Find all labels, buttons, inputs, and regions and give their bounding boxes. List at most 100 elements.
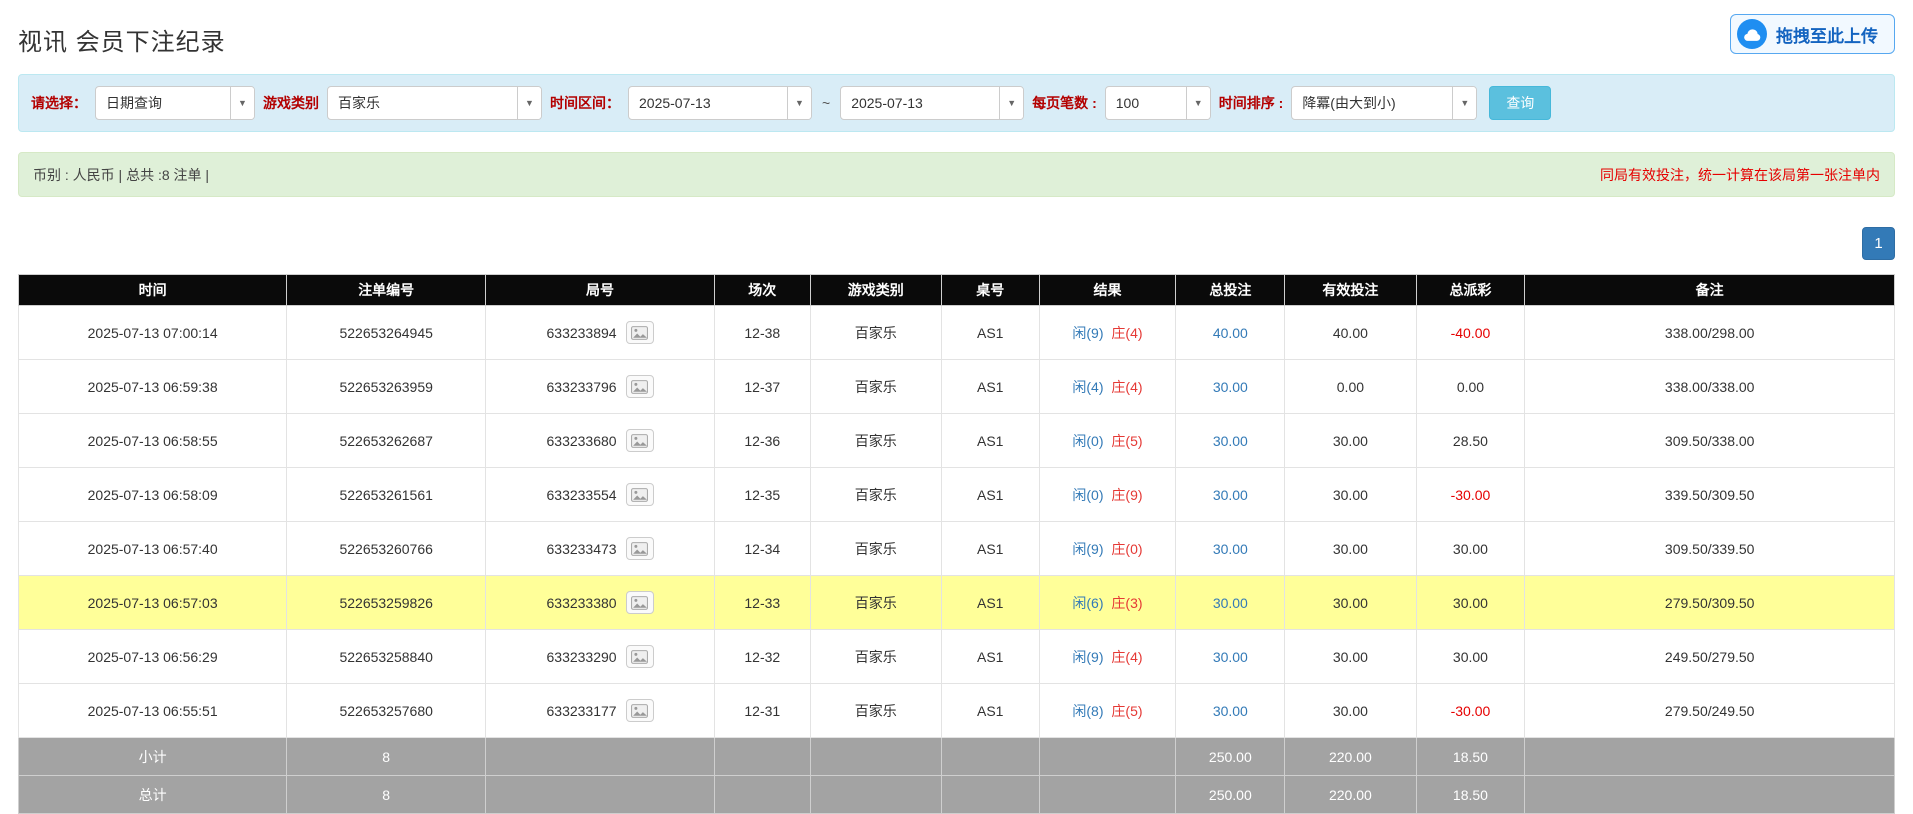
cell-result: 闲(9) 庄(4) — [1039, 630, 1176, 684]
round-snapshot-icon[interactable] — [626, 375, 654, 398]
total-empty — [1039, 776, 1176, 814]
cell-total-bet[interactable]: 30.00 — [1176, 360, 1285, 414]
cell-result: 闲(4) 庄(4) — [1039, 360, 1176, 414]
cell-total-bet[interactable]: 30.00 — [1176, 468, 1285, 522]
page: 视讯 会员下注纪录 拖拽至此上传 请选择： 日期查询 ▼ 游戏类别 百家乐 ▼ … — [0, 0, 1913, 814]
round-id-text: 633233473 — [547, 541, 617, 557]
page-size-select[interactable]: 100 ▼ — [1105, 86, 1211, 120]
pagination-page-1[interactable]: 1 — [1862, 227, 1895, 260]
cell-payout: -30.00 — [1416, 684, 1525, 738]
query-type-select[interactable]: 日期查询 ▼ — [95, 86, 255, 120]
cell-time: 2025-07-13 06:58:55 — [19, 414, 287, 468]
column-header: 总投注 — [1176, 275, 1285, 306]
search-button[interactable]: 查询 — [1489, 86, 1551, 120]
result-player: 闲(6) — [1072, 595, 1103, 611]
table-row: 2025-07-13 06:56:29 522653258840 6332332… — [19, 630, 1895, 684]
cell-valid-bet: 30.00 — [1285, 414, 1416, 468]
date-to-value: 2025-07-13 — [841, 87, 999, 119]
chevron-down-icon: ▼ — [1186, 87, 1210, 119]
result-banker: 庄(4) — [1111, 649, 1142, 665]
table-row: 2025-07-13 06:59:38 522653263959 6332337… — [19, 360, 1895, 414]
round-id-text: 633233796 — [547, 379, 617, 395]
result-banker: 庄(5) — [1111, 433, 1142, 449]
subtotal-count: 8 — [287, 738, 486, 776]
total-valid-bet: 220.00 — [1285, 776, 1416, 814]
result-banker: 庄(4) — [1111, 379, 1142, 395]
result-banker: 庄(5) — [1111, 703, 1142, 719]
table-row: 2025-07-13 06:55:51 522653257680 6332331… — [19, 684, 1895, 738]
round-snapshot-icon[interactable] — [626, 699, 654, 722]
total-empty — [486, 776, 715, 814]
page-size-value: 100 — [1106, 87, 1186, 119]
cell-payout: 30.00 — [1416, 522, 1525, 576]
cell-total-bet[interactable]: 30.00 — [1176, 414, 1285, 468]
cell-bet-id: 522653261561 — [287, 468, 486, 522]
round-id-text: 633233554 — [547, 487, 617, 503]
cell-result: 闲(0) 庄(9) — [1039, 468, 1176, 522]
chevron-down-icon: ▼ — [517, 87, 541, 119]
cell-valid-bet: 0.00 — [1285, 360, 1416, 414]
cell-total-bet[interactable]: 30.00 — [1176, 522, 1285, 576]
filter-bar: 请选择： 日期查询 ▼ 游戏类别 百家乐 ▼ 时间区间： 2025-07-13 … — [18, 74, 1895, 132]
game-type-select[interactable]: 百家乐 ▼ — [327, 86, 542, 120]
sort-select[interactable]: 降冪(由大到小) ▼ — [1291, 86, 1477, 120]
total-empty — [941, 776, 1039, 814]
cell-valid-bet: 30.00 — [1285, 468, 1416, 522]
result-banker: 庄(0) — [1111, 541, 1142, 557]
cell-total-bet[interactable]: 30.00 — [1176, 684, 1285, 738]
result-player: 闲(9) — [1072, 541, 1103, 557]
subtotal-payout: 18.50 — [1416, 738, 1525, 776]
cell-time: 2025-07-13 06:55:51 — [19, 684, 287, 738]
total-empty — [1525, 776, 1895, 814]
upload-dropzone[interactable]: 拖拽至此上传 — [1730, 14, 1895, 54]
total-total-bet: 250.00 — [1176, 776, 1285, 814]
subtotal-valid-bet: 220.00 — [1285, 738, 1416, 776]
total-empty — [810, 776, 941, 814]
cell-game-type: 百家乐 — [810, 576, 941, 630]
total-row: 总计 8 250.00 220.00 18.50 — [19, 776, 1895, 814]
round-snapshot-icon[interactable] — [626, 483, 654, 506]
subtotal-empty — [486, 738, 715, 776]
cell-time: 2025-07-13 06:56:29 — [19, 630, 287, 684]
cell-bet-id: 522653258840 — [287, 630, 486, 684]
date-to-select[interactable]: 2025-07-13 ▼ — [840, 86, 1024, 120]
table-row: 2025-07-13 06:57:03 522653259826 6332333… — [19, 576, 1895, 630]
column-header: 场次 — [714, 275, 810, 306]
game-type-label: 游戏类别 — [263, 93, 319, 113]
sort-label: 时间排序 : — [1219, 93, 1284, 113]
cell-game-type: 百家乐 — [810, 468, 941, 522]
cell-table-no: AS1 — [941, 630, 1039, 684]
cell-round-id: 633233290 — [486, 630, 715, 684]
table-row: 2025-07-13 06:58:55 522653262687 6332336… — [19, 414, 1895, 468]
column-header: 有效投注 — [1285, 275, 1416, 306]
cell-session: 12-31 — [714, 684, 810, 738]
subtotal-label: 小计 — [19, 738, 287, 776]
cell-total-bet[interactable]: 40.00 — [1176, 306, 1285, 360]
cell-total-bet[interactable]: 30.00 — [1176, 630, 1285, 684]
cell-result: 闲(6) 庄(3) — [1039, 576, 1176, 630]
column-header: 时间 — [19, 275, 287, 306]
chevron-down-icon: ▼ — [230, 87, 254, 119]
round-snapshot-icon[interactable] — [626, 321, 654, 344]
round-snapshot-icon[interactable] — [626, 537, 654, 560]
cell-result: 闲(0) 庄(5) — [1039, 414, 1176, 468]
cell-total-bet[interactable]: 30.00 — [1176, 576, 1285, 630]
round-id-text: 633233290 — [547, 649, 617, 665]
date-from-value: 2025-07-13 — [629, 87, 787, 119]
result-player: 闲(4) — [1072, 379, 1103, 395]
cell-valid-bet: 30.00 — [1285, 630, 1416, 684]
round-snapshot-icon[interactable] — [626, 645, 654, 668]
subtotal-empty — [714, 738, 810, 776]
cell-session: 12-36 — [714, 414, 810, 468]
round-snapshot-icon[interactable] — [626, 591, 654, 614]
cell-note: 309.50/339.50 — [1525, 522, 1895, 576]
cell-round-id: 633233680 — [486, 414, 715, 468]
table-row: 2025-07-13 07:00:14 522653264945 6332338… — [19, 306, 1895, 360]
column-header: 桌号 — [941, 275, 1039, 306]
total-payout: 18.50 — [1416, 776, 1525, 814]
subtotal-empty — [1525, 738, 1895, 776]
date-from-select[interactable]: 2025-07-13 ▼ — [628, 86, 812, 120]
cell-payout: -40.00 — [1416, 306, 1525, 360]
round-snapshot-icon[interactable] — [626, 429, 654, 452]
cell-note: 279.50/249.50 — [1525, 684, 1895, 738]
